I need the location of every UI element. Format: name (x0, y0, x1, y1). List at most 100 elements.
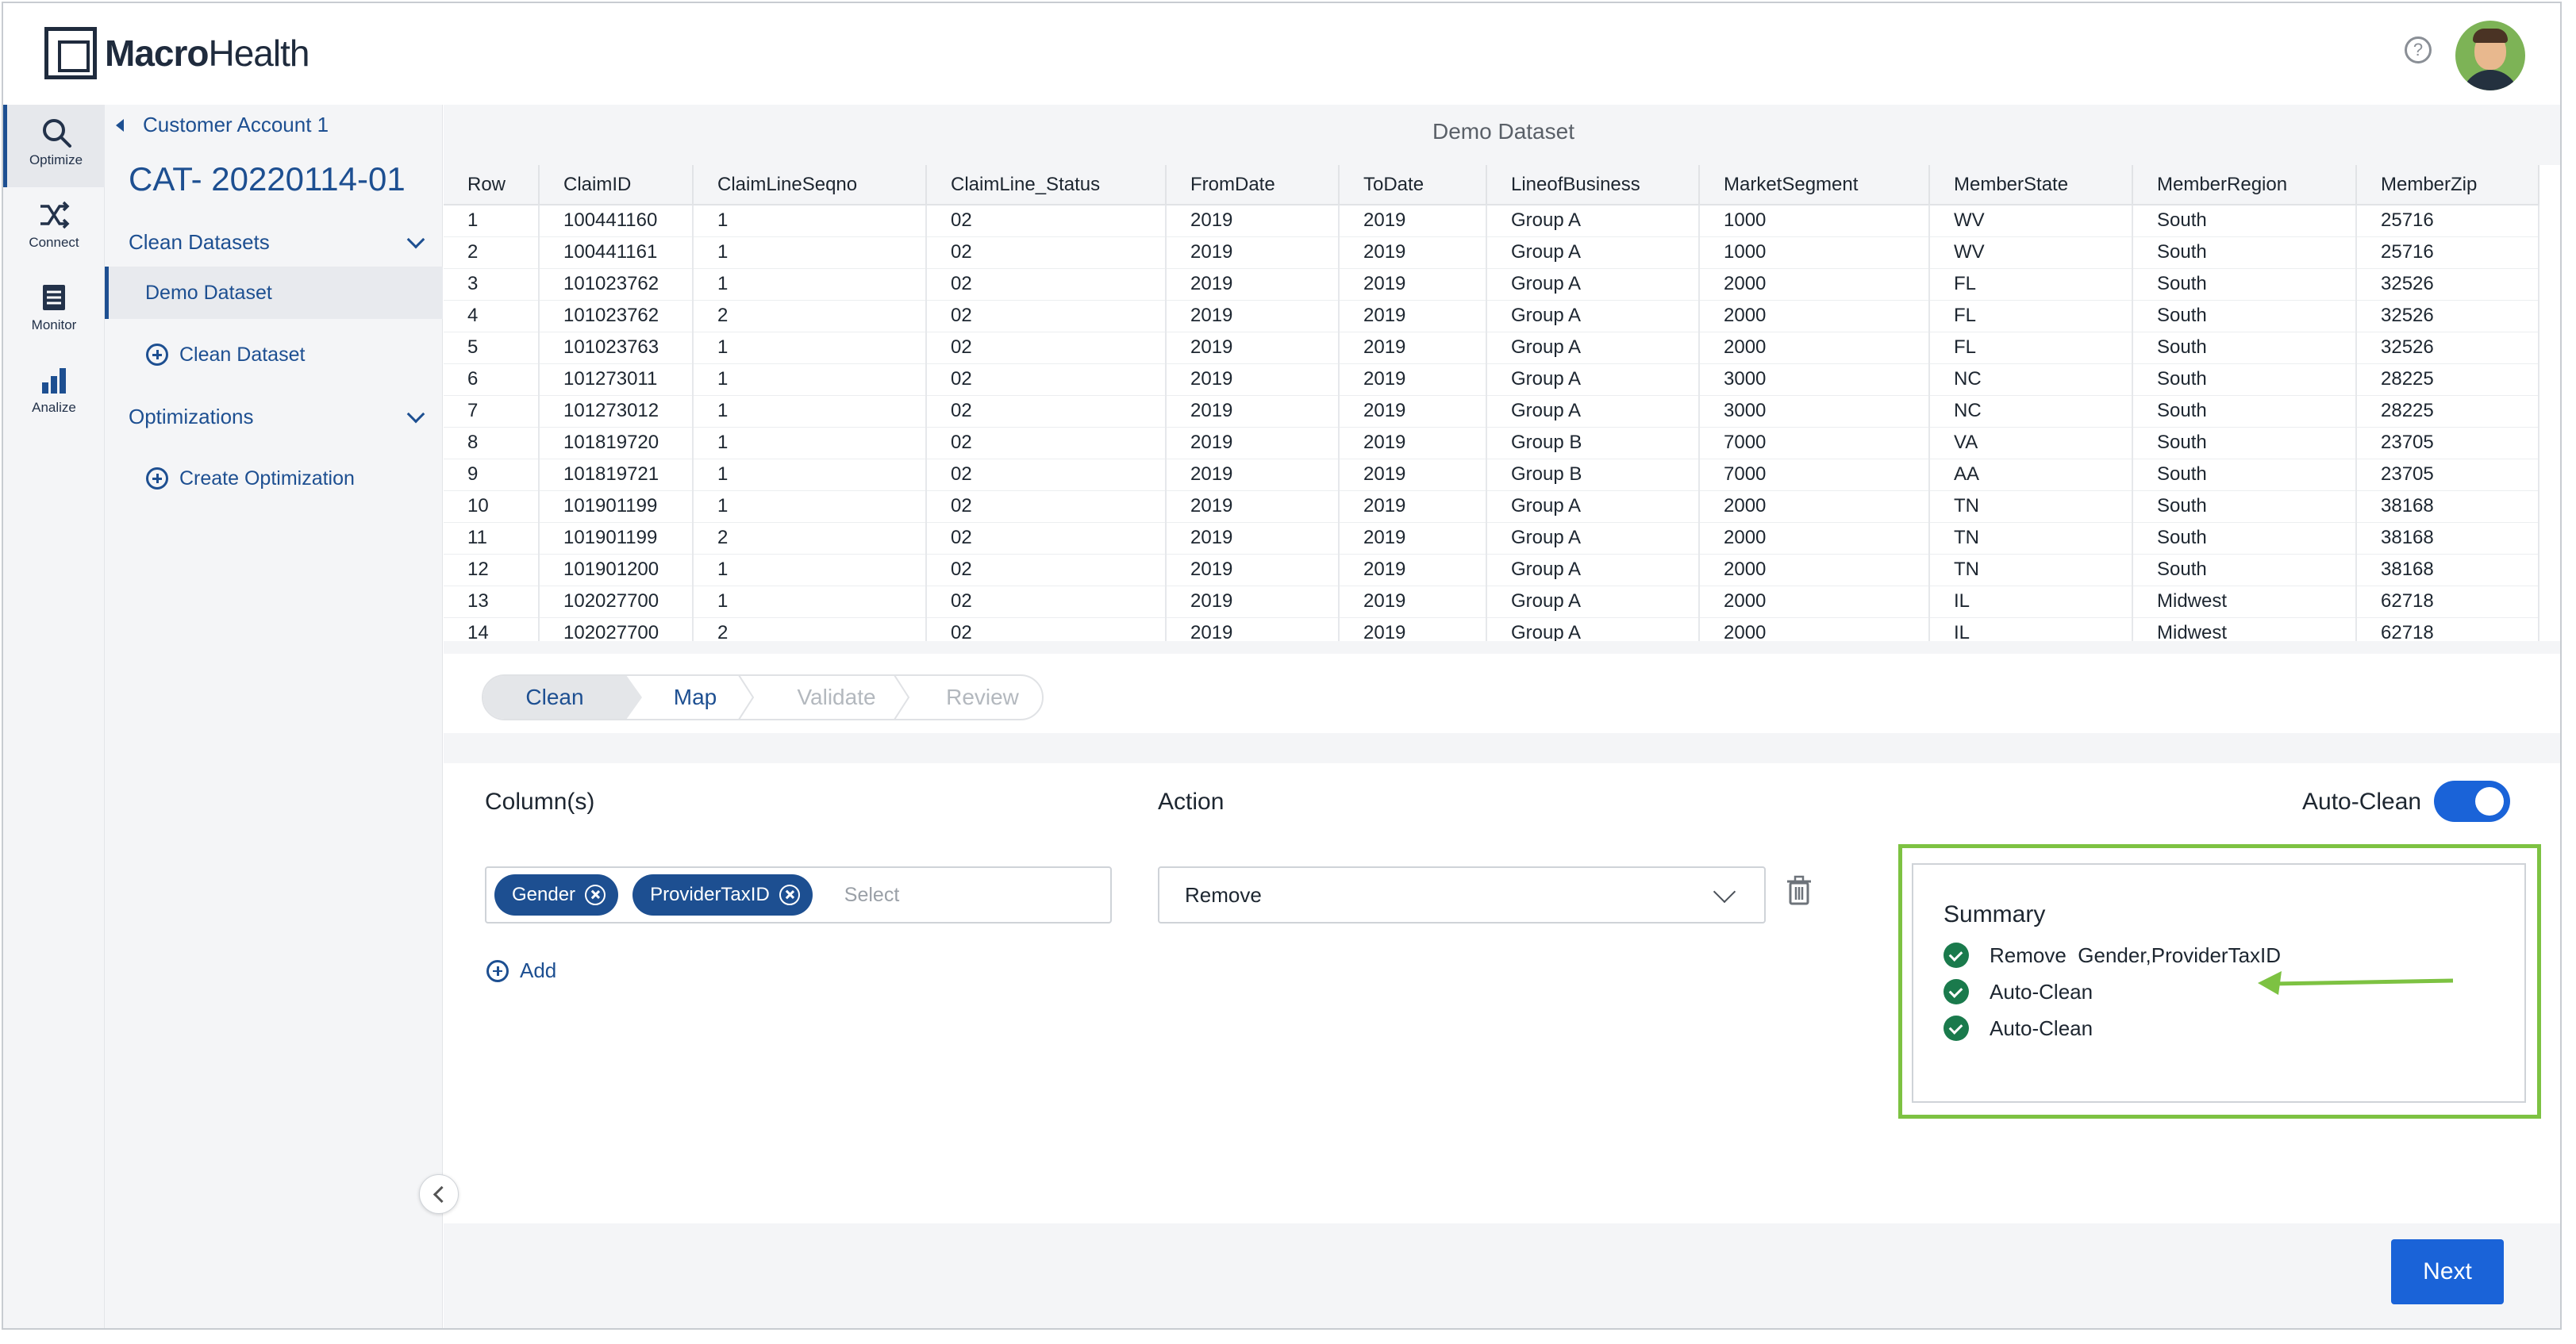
check-circle-icon (1944, 979, 1969, 1004)
chip-label: ProviderTaxID (650, 884, 770, 905)
plus-circle-icon (486, 959, 509, 982)
back-arrow-icon (116, 118, 124, 132)
table-cell: 02 (926, 268, 1167, 301)
table-cell: 28225 (2356, 395, 2539, 428)
step-clean[interactable]: Clean (483, 676, 642, 719)
add-rule-button[interactable]: Add (486, 958, 556, 983)
rail-item-monitor[interactable]: Monitor (3, 270, 105, 352)
column-header[interactable]: Row (444, 165, 540, 205)
avatar-body-shape (2462, 70, 2519, 90)
column-header[interactable]: MemberState (1929, 165, 2133, 205)
next-button[interactable]: Next (2391, 1239, 2504, 1304)
column-header[interactable]: MarketSegment (1699, 165, 1930, 205)
step-label: Validate (797, 685, 876, 709)
column-header[interactable]: ClaimID (539, 165, 694, 205)
columns-multiselect[interactable]: Gender ProviderTaxID Select (485, 866, 1112, 924)
table-cell: 1 (693, 427, 927, 459)
table-cell: 100441161 (539, 236, 694, 269)
column-header[interactable]: ClaimLine_Status (926, 165, 1167, 205)
column-header[interactable]: ClaimLineSeqno (693, 165, 927, 205)
table-body: 1 100441160 1 02 2019 2019 Group A 1000 WV South 2… (444, 205, 2539, 641)
collapse-panel-button[interactable] (419, 1174, 459, 1214)
table-cell: 1 (693, 205, 927, 237)
section-optimizations[interactable]: Optimizations (129, 405, 425, 429)
remove-chip-icon[interactable] (585, 885, 606, 905)
table-cell: 2000 (1699, 617, 1930, 641)
table-cell: 02 (926, 236, 1167, 269)
table-row[interactable]: 3 101023762 1 02 2019 2019 Group A 2000 FL South 3… (444, 268, 2539, 301)
rail-label: Monitor (31, 317, 77, 332)
user-avatar[interactable] (2455, 21, 2525, 90)
step-map[interactable]: Map (626, 676, 755, 719)
auto-clean-label: Auto-Clean (2302, 789, 2422, 815)
table-row[interactable]: 8 101819720 1 02 2019 2019 Group B 7000 VA South 2… (444, 427, 2539, 459)
table-row[interactable]: 10 101901199 1 02 2019 2019 Group A 2000 TN South… (444, 490, 2539, 523)
table-cell: 2019 (1339, 332, 1487, 364)
table-cell: TN (1929, 554, 2133, 586)
table-row[interactable]: 13 102027700 1 02 2019 2019 Group A 2000 IL Midwe… (444, 586, 2539, 618)
check-circle-icon (1944, 943, 1969, 968)
nav-rail: Optimize Connect Monitor Analize (3, 105, 105, 1328)
table-row[interactable]: 9 101819721 1 02 2019 2019 Group B 7000 AA South 2… (444, 459, 2539, 491)
table-cell: 2019 (1166, 236, 1340, 269)
columns-select-placeholder[interactable]: Select (844, 884, 899, 907)
sidebar-item-demo-dataset[interactable]: Demo Dataset (105, 267, 443, 319)
step-validate[interactable]: Validate (752, 676, 910, 719)
step-arrow (894, 676, 910, 719)
column-header[interactable]: LineofBusiness (1486, 165, 1700, 205)
rail-item-optimize[interactable]: Optimize (3, 105, 105, 187)
table-row[interactable]: 6 101273011 1 02 2019 2019 Group A 3000 NC South 2… (444, 363, 2539, 396)
app-window: MacroHealth ? Optimize Connect Monitor A… (2, 2, 2562, 1330)
table-row[interactable]: 2 100441161 1 02 2019 2019 Group A 1000 WV South 2… (444, 236, 2539, 269)
add-clean-dataset-button[interactable]: Clean Dataset (105, 328, 443, 381)
table-row[interactable]: 4 101023762 2 02 2019 2019 Group A 2000 FL South 3… (444, 300, 2539, 332)
action-dropdown[interactable]: Remove (1158, 866, 1766, 924)
table-row[interactable]: 7 101273012 1 02 2019 2019 Group A 3000 NC South 2… (444, 395, 2539, 428)
table-cell: 2 (693, 617, 927, 641)
section-clean-datasets[interactable]: Clean Datasets (129, 230, 425, 255)
help-icon[interactable]: ? (2405, 36, 2432, 63)
table-cell: FL (1929, 300, 2133, 332)
section-divider (444, 733, 2560, 763)
table-row[interactable]: 11 101901199 2 02 2019 2019 Group A 2000 TN South… (444, 522, 2539, 555)
chip-gender[interactable]: Gender (494, 874, 619, 916)
table-cell: 2019 (1166, 554, 1340, 586)
step-review[interactable]: Review (907, 676, 1042, 719)
table-cell: South (2132, 363, 2357, 396)
table-cell: 2019 (1339, 522, 1487, 555)
macrohealth-logo[interactable]: MacroHealth (44, 27, 310, 79)
table-row[interactable]: 14 102027700 2 02 2019 2019 Group A 2000 IL Midwe… (444, 617, 2539, 641)
table-cell: 25716 (2356, 205, 2539, 237)
table-cell: 11 (444, 522, 540, 555)
chip-providertaxid[interactable]: ProviderTaxID (632, 874, 813, 916)
table-cell: South (2132, 300, 2357, 332)
table-cell: South (2132, 554, 2357, 586)
table-cell: 02 (926, 459, 1167, 491)
table-cell: 2019 (1166, 522, 1340, 555)
data-grid[interactable]: Row ClaimID ClaimLineSeqno ClaimLine_Status… (444, 165, 2560, 641)
rail-item-analize[interactable]: Analize (3, 352, 105, 435)
column-header[interactable]: FromDate (1166, 165, 1340, 205)
remove-chip-icon[interactable] (779, 885, 800, 905)
table-cell: South (2132, 522, 2357, 555)
table-cell: 2000 (1699, 300, 1930, 332)
avatar-hair-shape (2473, 29, 2508, 43)
table-cell: South (2132, 236, 2357, 269)
column-header[interactable]: MemberRegion (2132, 165, 2357, 205)
column-header[interactable]: ToDate (1339, 165, 1487, 205)
auto-clean-toggle[interactable] (2434, 781, 2510, 822)
table-header-row: Row ClaimID ClaimLineSeqno ClaimLine_Status… (444, 165, 2539, 205)
column-header[interactable]: MemberZip (2356, 165, 2539, 205)
table-row[interactable]: 5 101023763 1 02 2019 2019 Group A 2000 FL South 3… (444, 332, 2539, 364)
side-panel: Customer Account 1 CAT- 20220114-01 Clea… (105, 105, 443, 1328)
trash-icon[interactable] (1783, 874, 1815, 906)
table-row[interactable]: 12 101901200 1 02 2019 2019 Group A 2000 TN South… (444, 554, 2539, 586)
section-label: Optimizations (129, 405, 254, 428)
breadcrumb-back[interactable]: Customer Account 1 (116, 113, 329, 137)
rail-item-connect[interactable]: Connect (3, 187, 105, 270)
table-cell: 101901200 (539, 554, 694, 586)
create-optimization-button[interactable]: Create Optimization (105, 452, 443, 505)
table-row[interactable]: 1 100441160 1 02 2019 2019 Group A 1000 WV South 2… (444, 205, 2539, 237)
table-cell: FL (1929, 332, 2133, 364)
table-cell: South (2132, 427, 2357, 459)
